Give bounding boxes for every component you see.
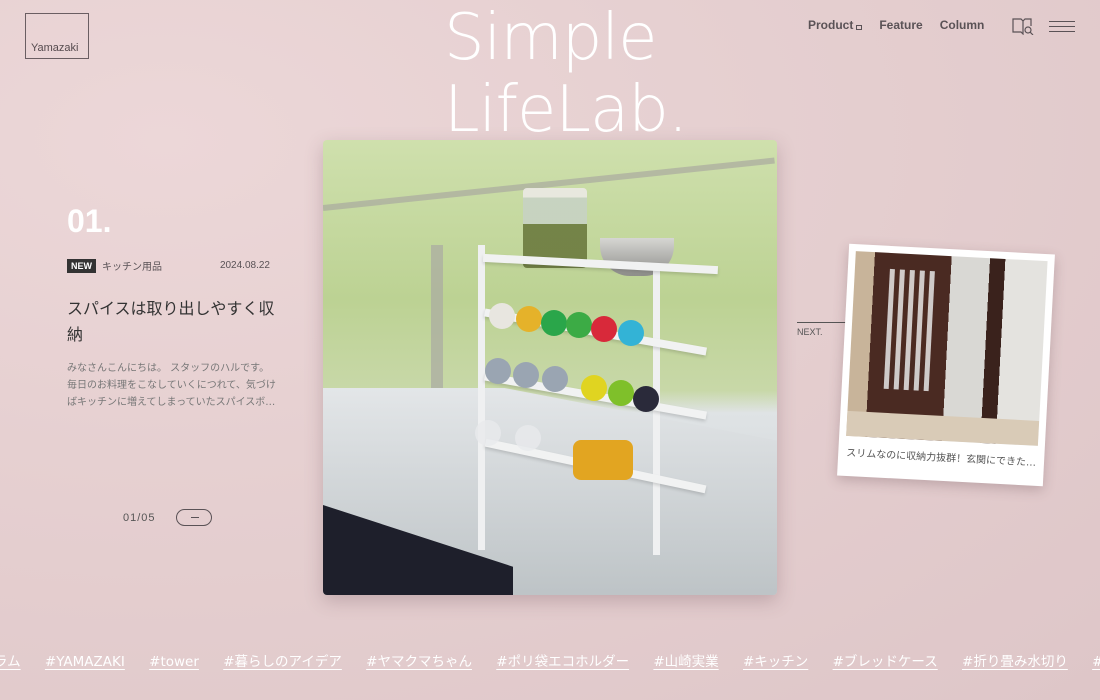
- hashtag-link[interactable]: #YAMAZAKI: [45, 654, 125, 670]
- site-title-line-2: LifeLab.: [444, 73, 688, 147]
- spice-cap: [566, 312, 592, 338]
- nav-item-product[interactable]: Product: [808, 18, 863, 32]
- photo-post: [431, 245, 443, 395]
- main-nav: Product Feature Column: [808, 18, 984, 32]
- book-search-icon[interactable]: [1012, 17, 1034, 35]
- next-label: NEXT.: [797, 327, 823, 337]
- nav-item-column[interactable]: Column: [940, 18, 985, 32]
- hashtag-link[interactable]: #折り畳み水切り: [962, 654, 1068, 670]
- logo-text: Yamazaki: [31, 42, 79, 54]
- hashtag-link[interactable]: #スタッフ: [1092, 654, 1100, 670]
- site-title-line-1: Simple: [444, 1, 658, 75]
- article-main-image[interactable]: [323, 140, 777, 595]
- next-article-card[interactable]: スリムなのに収納力抜群！玄関にできた…: [837, 243, 1055, 487]
- article-date: 2024.08.22: [219, 260, 270, 271]
- spice-cap: [485, 358, 511, 384]
- site-logo[interactable]: Yamazaki: [25, 13, 89, 59]
- spice-cap: [633, 386, 659, 412]
- next-slide-button[interactable]: [176, 509, 212, 526]
- spice-cap: [591, 316, 617, 342]
- spice-cap: [541, 310, 567, 336]
- rack-frame-left: [478, 245, 485, 550]
- door-slat: [893, 269, 905, 390]
- door-slat: [903, 269, 915, 391]
- hamburger-menu-icon[interactable]: [1049, 21, 1075, 32]
- article-excerpt: みなさんこんにちは。 スタッフのハルです。毎日のお料理をこなしていくにつれて、気…: [67, 363, 276, 408]
- door-slat: [913, 270, 925, 391]
- hashtag-link[interactable]: #tower: [149, 654, 199, 670]
- spice-cap: [618, 320, 644, 346]
- door-slat: [923, 271, 935, 392]
- article-title[interactable]: スパイスは取り出しやすく収納: [67, 296, 277, 348]
- slide-pager: 01/05: [123, 512, 156, 524]
- door-slat: [883, 268, 895, 390]
- spice-cap: [542, 366, 568, 392]
- spice-cap: [513, 362, 539, 388]
- spice-cap: [516, 306, 542, 332]
- next-article-caption: スリムなのに収納力抜群！玄関にできた…: [845, 447, 1037, 469]
- hashtag-link[interactable]: #ポリ袋エコホルダー: [496, 654, 629, 670]
- rack-shelf: [482, 253, 719, 275]
- article-number: 01.: [67, 203, 112, 239]
- new-badge: NEW: [67, 258, 96, 273]
- hashtag-link[interactable]: #暮らしのアイデア: [223, 654, 342, 670]
- hashtag-link[interactable]: #キッチン: [743, 654, 808, 670]
- article-category[interactable]: キッチン用品: [102, 258, 162, 273]
- spice-cap: [515, 425, 541, 451]
- spice-cap: [581, 375, 607, 401]
- oil-bottle: [573, 440, 633, 480]
- hashtag-link[interactable]: ラム: [0, 654, 21, 670]
- hashtag-link[interactable]: #ヤマクマちゃん: [366, 654, 472, 670]
- site-title: Simple LifeLab.: [444, 1, 688, 147]
- hashtag-ticker: ラム #YAMAZAKI #tower #暮らしのアイデア #ヤマクマちゃん #…: [0, 650, 1100, 670]
- spice-cap: [489, 303, 515, 329]
- spice-cap: [608, 380, 634, 406]
- nav-item-feature[interactable]: Feature: [879, 18, 922, 32]
- nav-item-label: Product: [808, 18, 854, 32]
- hashtag-link[interactable]: #ブレッドケース: [833, 654, 938, 670]
- spice-cap: [475, 420, 501, 446]
- next-article-image: [846, 251, 1048, 446]
- article-meta: NEW キッチン用品 2024.08.22: [67, 258, 270, 273]
- external-link-icon: [856, 25, 863, 30]
- floor: [846, 410, 1040, 446]
- hashtag-link[interactable]: #山崎実業: [653, 654, 718, 670]
